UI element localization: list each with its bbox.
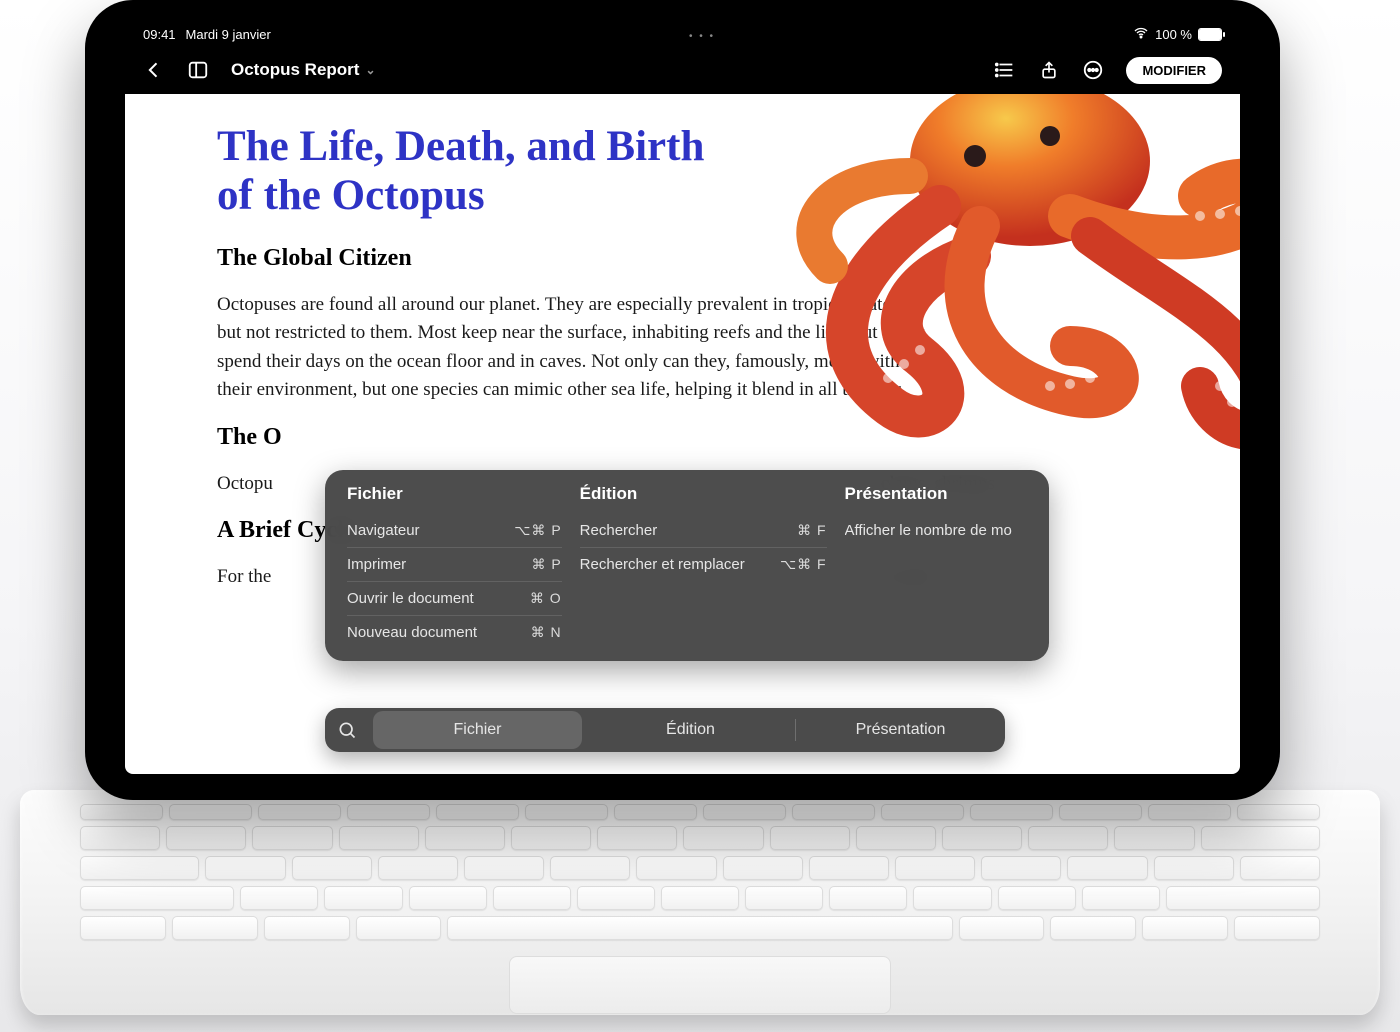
hud-item-nouveau[interactable]: Nouveau document ⌘ N [347, 616, 562, 649]
hud-item-label: Rechercher [580, 522, 658, 539]
document-title[interactable]: Octopus Report ⌄ [231, 60, 376, 80]
hud-tab-presentation[interactable]: Présentation [796, 711, 1005, 749]
section-heading-1: The Global Citizen [217, 245, 1150, 272]
keyboard-shortcut-hud: Fichier Navigateur ⌥⌘ P Imprimer ⌘ P Ouvri… [325, 470, 1049, 661]
hud-tab-fichier[interactable]: Fichier [373, 711, 582, 749]
hud-col-presentation: Présentation Afficher le nombre de mo [827, 484, 1027, 649]
sidebar-toggle-icon[interactable] [187, 59, 209, 81]
document-page: The Life, Death, and Birth of the Octopu… [125, 94, 1240, 774]
hud-item-rechercher-remplacer[interactable]: Rechercher et remplacer ⌥⌘ F [580, 548, 827, 581]
hud-tab-edition[interactable]: Édition [586, 711, 795, 749]
hud-item-imprimer[interactable]: Imprimer ⌘ P [347, 548, 562, 582]
document-title-label: Octopus Report [231, 60, 359, 80]
back-button[interactable] [143, 59, 165, 81]
wifi-icon [1133, 25, 1149, 44]
more-icon[interactable] [1082, 59, 1104, 81]
hud-item-shortcut: ⌥⌘ P [514, 522, 561, 539]
hud-item-shortcut: ⌘ F [797, 522, 826, 539]
hud-item-shortcut: ⌘ O [530, 590, 562, 607]
hud-col-fichier: Fichier Navigateur ⌥⌘ P Imprimer ⌘ P Ouvri… [347, 484, 562, 649]
hud-item-label: Rechercher et remplacer [580, 556, 745, 573]
hud-heading-presentation: Présentation [845, 484, 1027, 504]
hud-item-afficher-mots[interactable]: Afficher le nombre de mo [845, 514, 1027, 547]
ipad-frame: 09:41 Mardi 9 janvier 100 % [85, 0, 1280, 800]
keyboard-keys [20, 790, 1380, 950]
section-heading-2: The O [217, 424, 1150, 451]
hud-col-edition: Édition Rechercher ⌘ F Rechercher et remp… [562, 484, 827, 649]
multitask-dots-icon[interactable] [689, 27, 715, 42]
hud-item-ouvrir[interactable]: Ouvrir le document ⌘ O [347, 582, 562, 616]
hud-item-shortcut: ⌘ P [531, 556, 561, 573]
hud-item-navigateur[interactable]: Navigateur ⌥⌘ P [347, 514, 562, 548]
page-title: The Life, Death, and Birth of the Octopu… [217, 122, 717, 221]
hud-item-label: Navigateur [347, 522, 420, 539]
chevron-down-icon: ⌄ [365, 63, 375, 77]
magic-keyboard [20, 790, 1380, 1015]
hud-item-label: Afficher le nombre de mo [845, 522, 1012, 539]
hud-search-button[interactable] [325, 720, 369, 740]
battery-label: 100 % [1155, 27, 1192, 42]
status-time: 09:41 [143, 27, 176, 42]
hud-heading-edition: Édition [580, 484, 827, 504]
hud-item-label: Nouveau document [347, 624, 477, 641]
modify-button[interactable]: MODIFIER [1126, 57, 1222, 84]
hud-item-shortcut: ⌘ N [531, 624, 562, 641]
status-bar: 09:41 Mardi 9 janvier 100 % [125, 20, 1240, 46]
hud-item-shortcut: ⌥⌘ F [780, 556, 827, 573]
status-date: Mardi 9 janvier [186, 27, 271, 42]
share-icon[interactable] [1038, 59, 1060, 81]
list-icon[interactable] [994, 59, 1016, 81]
section-body-1: Octopuses are found all around our plane… [217, 291, 937, 405]
battery-icon [1198, 28, 1222, 41]
ipad-screen: 09:41 Mardi 9 janvier 100 % [125, 20, 1240, 774]
app-toolbar: Octopus Report ⌄ MODIFIER [125, 46, 1240, 94]
trackpad [509, 956, 891, 1014]
hud-item-label: Imprimer [347, 556, 406, 573]
hud-item-rechercher[interactable]: Rechercher ⌘ F [580, 514, 827, 548]
hud-item-label: Ouvrir le document [347, 590, 474, 607]
hud-heading-fichier: Fichier [347, 484, 562, 504]
hud-tab-bar: Fichier Édition Présentation [325, 708, 1005, 752]
